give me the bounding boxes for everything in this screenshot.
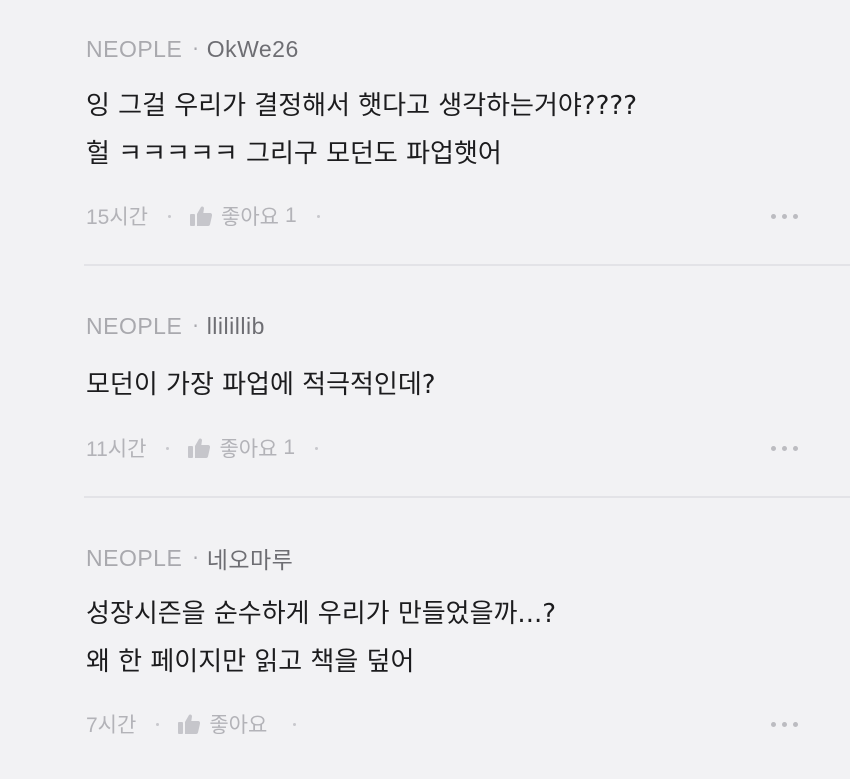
comment-time: 7시간 — [86, 714, 137, 737]
comment-body: 성장시즌을 순수하게 우리가 만들었을까...? 왜 한 페이지만 읽고 책을 … — [86, 590, 556, 686]
more-horizontal-icon[interactable] — [771, 709, 798, 739]
like-button[interactable]: 좋아요 1 — [189, 201, 297, 231]
comment-line: 잉 그걸 우리가 결정해서 햇다고 생각하는거야???? — [86, 91, 638, 121]
footer-separator — [168, 214, 171, 218]
comment-item: NEOPLE · 네오마루 성장시즌을 순수하게 우리가 만들었을까...? 왜… — [0, 498, 850, 779]
comment-time: 11시간 — [86, 438, 147, 461]
footer-separator — [293, 722, 297, 726]
comment-author[interactable]: OkWe26 — [207, 36, 299, 63]
more-horizontal-icon[interactable] — [771, 201, 798, 231]
comment-source: NEOPLE — [86, 35, 183, 62]
thumbs-up-icon — [190, 206, 213, 226]
comment-body: 모던이 가장 파업에 적극적인데? — [86, 361, 436, 409]
comment-line: 헐 ㅋㅋㅋㅋㅋ 그리구 모던도 파업햇어 — [86, 139, 502, 169]
comment-item: NEOPLE · OkWe26 잉 그걸 우리가 결정해서 햇다고 생각하는거야… — [0, 0, 850, 266]
comment-footer: 15시간 좋아요 1 — [86, 201, 798, 231]
comment-line: 모던이 가장 파업에 적극적인데? — [86, 370, 436, 400]
thumbs-up-icon — [178, 714, 201, 734]
footer-separator — [166, 446, 170, 450]
comment-time: 15시간 — [86, 206, 148, 229]
meta-separator: · — [192, 546, 199, 570]
more-horizontal-icon[interactable] — [771, 433, 798, 463]
like-label: 좋아요 — [219, 437, 278, 461]
footer-separator — [156, 722, 160, 726]
comment-source: NEOPLE — [86, 544, 183, 571]
like-count: 1 — [284, 204, 297, 227]
footer-separator — [315, 446, 319, 450]
comment-line: 왜 한 페이지만 읽고 책을 덮어 — [86, 647, 415, 677]
comment-line: 성장시즌을 순수하게 우리가 만들었을까...? — [86, 599, 557, 629]
comment-author[interactable]: 네오마루 — [207, 541, 294, 575]
comment-body: 잉 그걸 우리가 결정해서 햇다고 생각하는거야???? 헐 ㅋㅋㅋㅋㅋ 그리구… — [86, 82, 637, 178]
like-label: 좋아요 — [209, 713, 268, 737]
like-button[interactable]: 좋아요 1 — [187, 433, 295, 463]
meta-separator: · — [192, 314, 199, 338]
comment-item: NEOPLE · llilillib 모던이 가장 파업에 적극적인데? 11시… — [0, 266, 850, 498]
comment-meta: NEOPLE · llilillib — [86, 311, 265, 341]
comment-author[interactable]: llilillib — [207, 313, 265, 340]
comment-footer: 7시간 좋아요 — [86, 709, 798, 739]
like-label: 좋아요 — [221, 205, 279, 229]
like-button[interactable]: 좋아요 — [177, 709, 273, 739]
meta-separator: · — [192, 37, 199, 61]
comment-source: NEOPLE — [86, 312, 183, 339]
comment-footer: 11시간 좋아요 1 — [86, 433, 798, 463]
thumbs-up-icon — [188, 438, 211, 458]
comment-meta: NEOPLE · OkWe26 — [86, 34, 299, 64]
footer-separator — [316, 214, 320, 218]
comment-meta: NEOPLE · 네오마루 — [86, 541, 294, 575]
like-count: 1 — [283, 436, 296, 459]
